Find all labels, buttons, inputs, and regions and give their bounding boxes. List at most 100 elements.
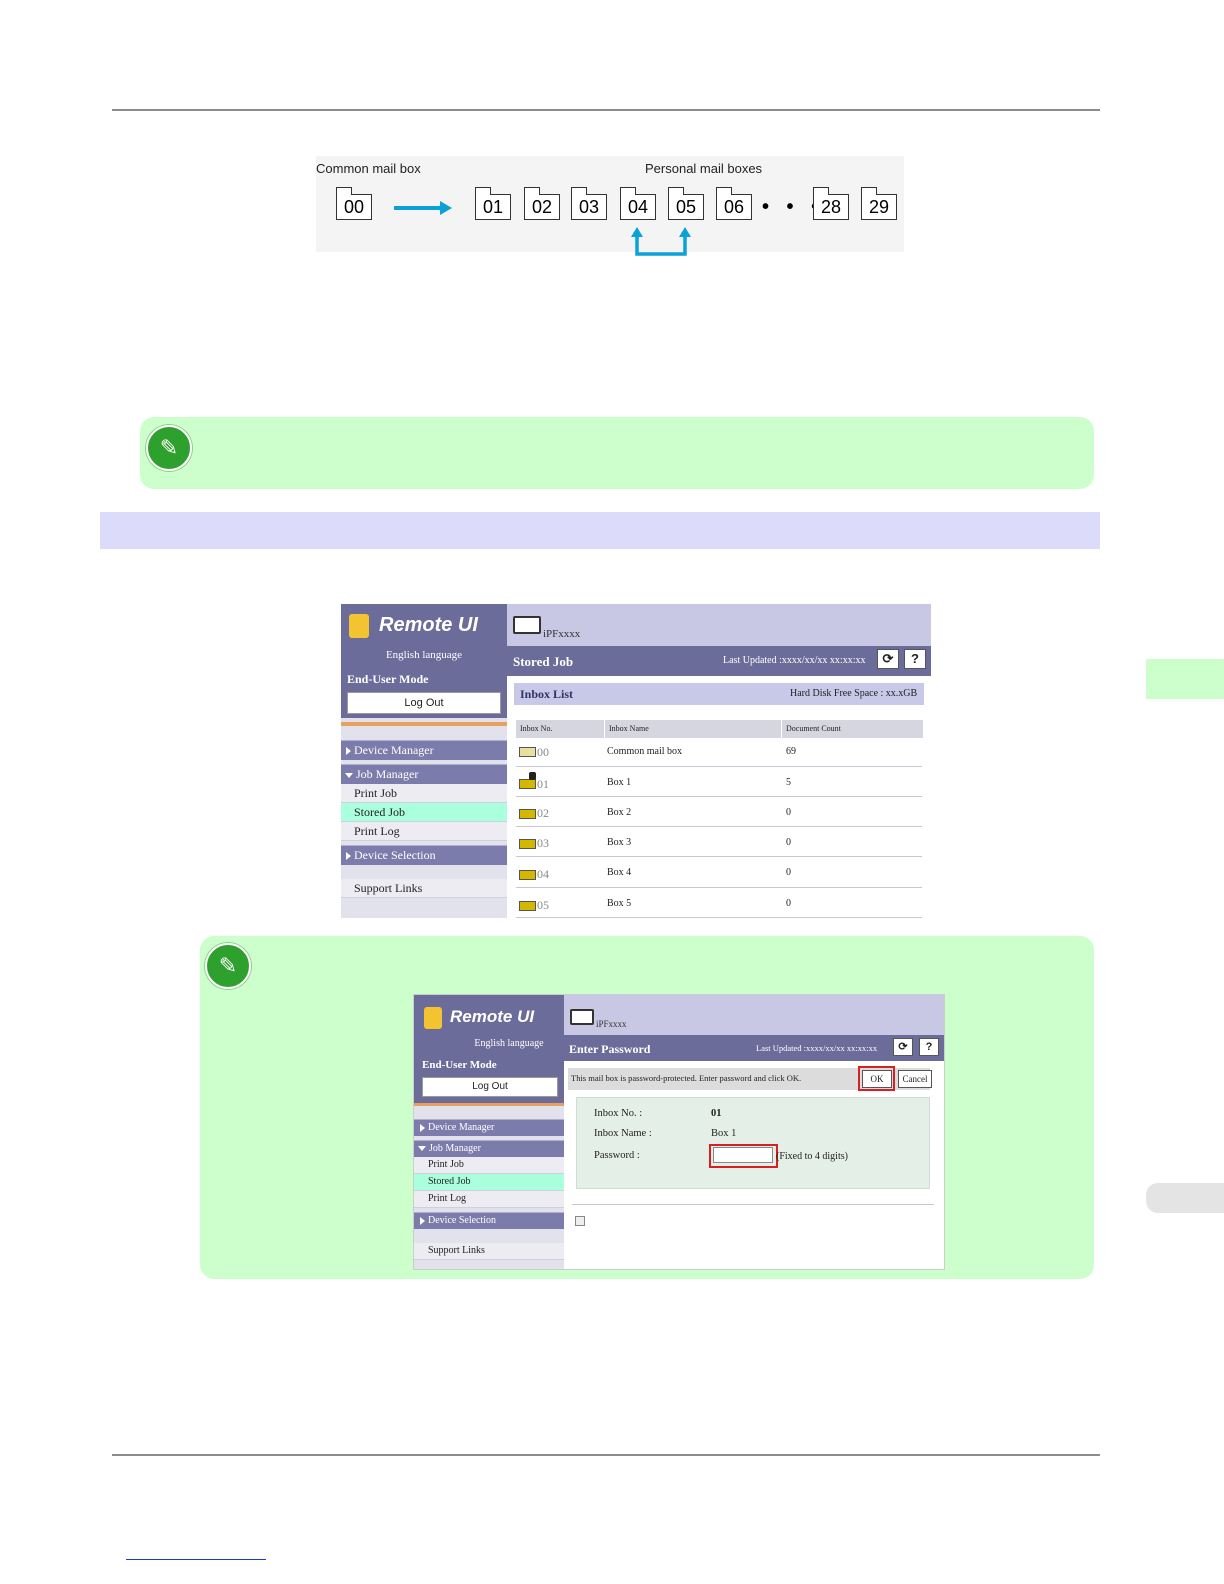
inbox-tray-icon [519, 747, 536, 757]
inbox-row[interactable]: 04 Box 4 0 [516, 857, 922, 888]
inbox-name: Box 5 [607, 898, 632, 909]
printer-banner [564, 995, 944, 1035]
locked-inbox-tray-icon [519, 779, 536, 789]
sidebar-divider [341, 722, 507, 726]
nav-job-manager[interactable]: Job Manager [414, 1140, 564, 1157]
collapse-arrow-icon [418, 1146, 426, 1152]
inbox-name-label: Inbox Name : [594, 1128, 652, 1139]
inbox-name: Box 4 [607, 867, 632, 878]
common-mailbox-label: Common mail box [316, 161, 421, 176]
nav-device-selection[interactable]: Device Selection [414, 1212, 564, 1229]
note-pencil-icon: ✎ [146, 425, 192, 471]
expand-arrow-icon [420, 1216, 425, 1225]
mode-label: End-User Mode [422, 1059, 497, 1071]
inbox-row[interactable]: 01 Box 1 5 [516, 767, 922, 797]
remote-ui-logo-icon [424, 1007, 442, 1029]
inbox-no: 04 [537, 867, 549, 881]
personal-mailboxes-label: Personal mail boxes [645, 161, 763, 176]
document-count: 5 [786, 777, 791, 788]
nav-job-manager[interactable]: Job Manager [341, 764, 507, 784]
inbox-tray-icon [519, 809, 536, 819]
free-space: Hard Disk Free Space : xx.xGB [790, 688, 918, 699]
help-button[interactable]: ? [904, 649, 926, 669]
inbox-list-title: Inbox List [520, 687, 574, 701]
collapse-arrow-icon [345, 772, 353, 778]
mailbox-diagram: Common mail box Personal mail boxes 00 0… [316, 156, 904, 256]
language-label[interactable]: English language [341, 649, 507, 661]
nav-device-manager[interactable]: Device Manager [414, 1119, 564, 1136]
inbox-no-label: Inbox No. : [594, 1108, 643, 1119]
nav-print-job[interactable]: Print Job [341, 784, 507, 803]
document-count: 0 [786, 898, 791, 909]
chapter-tab[interactable] [1146, 659, 1224, 699]
nav-print-job[interactable]: Print Job [414, 1157, 564, 1174]
ok-highlight [858, 1066, 895, 1091]
page-title: Enter Password [569, 1042, 651, 1056]
mailbox-folder-01: 01 [474, 187, 511, 220]
nav-device-manager-label: Device Manager [354, 743, 434, 757]
inbox-row[interactable]: 05 Box 5 0 [516, 888, 922, 918]
printer-icon [570, 1009, 594, 1025]
mailbox-folder-04: 04 [619, 187, 656, 220]
inbox-row[interactable]: 02 Box 2 0 [516, 797, 922, 827]
inbox-name-value: Box 1 [711, 1128, 737, 1139]
inbox-tray-icon [519, 839, 536, 849]
mode-label: End-User Mode [347, 672, 429, 686]
page-tab[interactable] [1146, 1183, 1224, 1213]
swap-arrow-icon [631, 227, 691, 256]
nav-print-log[interactable]: Print Log [414, 1191, 564, 1208]
inbox-row[interactable]: 03 Box 3 0 [516, 827, 922, 857]
refresh-icon: ⟳ [882, 651, 894, 666]
remote-ui-logo-icon [349, 614, 369, 638]
nav-stored-job[interactable]: Stored Job [341, 803, 507, 822]
logout-button[interactable]: Log Out [347, 692, 501, 714]
document-count: 0 [786, 807, 791, 818]
nav-print-log[interactable]: Print Log [341, 822, 507, 841]
password-highlight [709, 1144, 778, 1168]
logout-button[interactable]: Log Out [422, 1077, 558, 1097]
footer-rule [112, 1454, 1100, 1456]
inbox-name: Common mail box [607, 746, 682, 757]
remote-ui-enter-password-screenshot: Remote UI English language End-User Mode… [413, 994, 945, 1270]
language-label[interactable]: English language [434, 1038, 584, 1049]
inbox-tray-icon [519, 870, 536, 880]
inbox-no: 00 [537, 745, 549, 759]
cancel-button[interactable]: Cancel [898, 1070, 932, 1088]
printer-icon [513, 616, 541, 634]
nav-stored-job[interactable]: Stored Job [414, 1174, 564, 1191]
nav-job-manager-label: Job Manager [429, 1143, 481, 1154]
nav-support-links[interactable]: Support Links [414, 1243, 564, 1260]
password-message: This mail box is password-protected. Ent… [571, 1073, 802, 1083]
inbox-name: Box 1 [607, 777, 632, 788]
inbox-no: 02 [537, 806, 549, 820]
inbox-no: 03 [537, 836, 549, 850]
last-updated: Last Updated :xxxx/xx/xx xx:xx:xx [723, 655, 866, 666]
sidebar-divider [414, 1103, 564, 1106]
mailbox-folder-03: 03 [570, 187, 607, 220]
nav-device-manager-label: Device Manager [428, 1122, 495, 1133]
footer-link-underline[interactable] [126, 1559, 266, 1560]
remote-ui-stored-job-screenshot: Remote UI English language End-User Mode… [341, 604, 931, 918]
refresh-icon: ⟳ [898, 1041, 908, 1053]
refresh-button[interactable]: ⟳ [893, 1038, 913, 1056]
expand-arrow-icon [420, 1123, 425, 1132]
nav-device-selection[interactable]: Device Selection [341, 845, 507, 865]
content-divider [572, 1204, 934, 1205]
section-heading-bar [100, 512, 1100, 549]
printer-name: iPFxxxx [596, 1019, 627, 1029]
inbox-name: Box 3 [607, 837, 632, 848]
mailbox-folder-06: 06 [715, 187, 752, 220]
refresh-button[interactable]: ⟳ [877, 649, 899, 669]
nav-support-links[interactable]: Support Links [341, 879, 507, 898]
inbox-row[interactable]: 00 Common mail box 69 [516, 738, 922, 767]
document-count: 0 [786, 867, 791, 878]
scroll-top-icon[interactable] [575, 1216, 585, 1226]
nav-device-selection-label: Device Selection [428, 1215, 497, 1226]
nav-device-manager[interactable]: Device Manager [341, 740, 507, 760]
help-button[interactable]: ? [919, 1038, 939, 1056]
col-inbox-no: Inbox No. [516, 720, 604, 738]
nav-job-manager-label: Job Manager [356, 767, 419, 781]
nav-device-selection-label: Device Selection [354, 848, 436, 862]
remote-ui-logo: Remote UI [379, 614, 478, 636]
col-inbox-name: Inbox Name [605, 720, 781, 738]
